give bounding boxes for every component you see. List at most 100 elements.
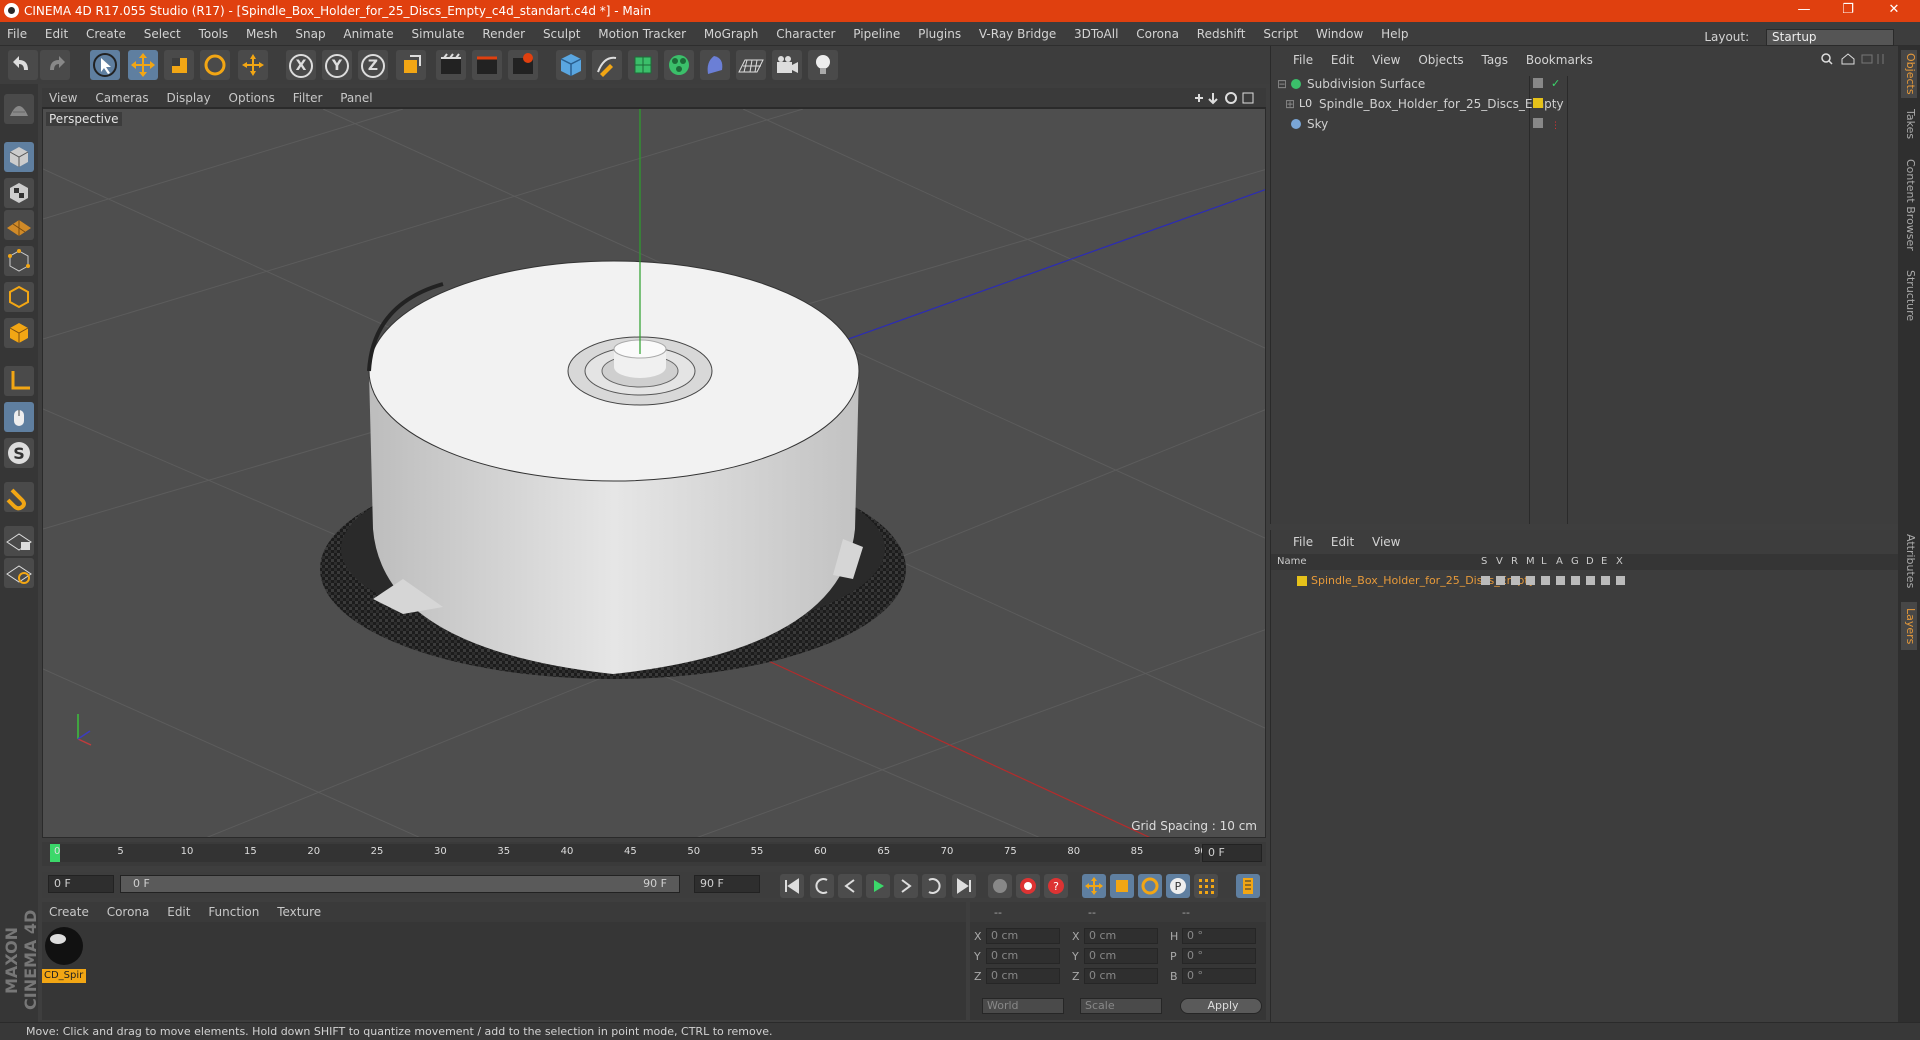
enabled-check-icon[interactable]: ✓ — [1551, 74, 1560, 94]
expand-icon[interactable]: ⊞ — [1285, 94, 1295, 114]
prev-frame-icon[interactable] — [838, 874, 862, 898]
floor-icon[interactable] — [736, 50, 766, 80]
viewport-menu-filter[interactable]: Filter — [286, 88, 330, 108]
material-menu-create[interactable]: Create — [42, 902, 96, 922]
size-mode-dropdown[interactable]: Scale — [1080, 998, 1162, 1014]
edges-mode-icon[interactable] — [4, 282, 34, 312]
material-menu-corona[interactable]: Corona — [100, 902, 157, 922]
render-view-icon[interactable] — [436, 50, 466, 80]
coordinate-system-icon[interactable] — [396, 50, 426, 80]
rotate-tool-icon[interactable] — [200, 50, 230, 80]
viewport-menu-view[interactable]: View — [42, 88, 84, 108]
menu-redshift[interactable]: Redshift — [1190, 22, 1253, 46]
menu-script[interactable]: Script — [1256, 22, 1305, 46]
key-position-icon[interactable] — [1082, 874, 1106, 898]
menu-vray-bridge[interactable]: V-Ray Bridge — [972, 22, 1063, 46]
keyframe-selection-icon[interactable]: ? — [1044, 874, 1068, 898]
timeline-window-icon[interactable] — [1236, 874, 1260, 898]
goto-end-icon[interactable] — [952, 874, 976, 898]
lm-menu-file[interactable]: File — [1271, 532, 1320, 552]
deformer-icon[interactable] — [700, 50, 730, 80]
polygons-mode-icon[interactable] — [4, 318, 34, 348]
material-menu-edit[interactable]: Edit — [160, 902, 197, 922]
menu-corona[interactable]: Corona — [1129, 22, 1186, 46]
x-axis-lock-button[interactable]: X — [286, 50, 316, 80]
object-row-spindle-box[interactable]: ⊞ L0 Spindle_Box_Holder_for_25_Discs_Emp… — [1271, 94, 1899, 114]
record-keys-icon[interactable] — [988, 874, 1012, 898]
side-tab-layers[interactable]: Layers — [1901, 602, 1917, 650]
layer-flag-v-icon[interactable] — [1496, 576, 1505, 585]
coord-value-field[interactable]: 0 ° — [1182, 968, 1256, 984]
timeline-track[interactable]: 0 5 10 15 20 25 30 35 40 45 50 55 60 65 70 75 80 85 90 — [50, 844, 1207, 862]
cube-object-icon[interactable] — [556, 50, 586, 80]
side-tab-attributes[interactable]: Attributes — [1901, 526, 1917, 596]
side-tab-structure[interactable]: Structure — [1901, 266, 1917, 326]
model-mode-icon[interactable] — [4, 142, 34, 172]
coord-value-field[interactable]: 0 cm — [986, 948, 1060, 964]
menu-help[interactable]: Help — [1374, 22, 1415, 46]
menu-simulate[interactable]: Simulate — [405, 22, 472, 46]
layer-flag-e-icon[interactable] — [1601, 576, 1610, 585]
subdivision-surface-icon[interactable] — [628, 50, 658, 80]
coord-value-field[interactable]: 0 cm — [1084, 968, 1158, 984]
material-menu-function[interactable]: Function — [201, 902, 266, 922]
redo-icon[interactable] — [40, 50, 70, 80]
close-button[interactable]: ✕ — [1872, 0, 1916, 22]
menu-3dtoall[interactable]: 3DToAll — [1067, 22, 1125, 46]
grid-rotate-icon[interactable] — [4, 558, 34, 588]
om-menu-file[interactable]: File — [1271, 50, 1320, 70]
layer-flag-x-icon[interactable] — [1616, 576, 1625, 585]
minimize-button[interactable]: — — [1782, 0, 1826, 22]
object-row-sky[interactable]: Sky ⋮ — [1271, 114, 1899, 134]
layer-flag-m-icon[interactable] — [1526, 576, 1535, 585]
spline-pen-icon[interactable] — [592, 50, 622, 80]
coord-value-field[interactable]: 0 cm — [1084, 948, 1158, 964]
material-menu-texture[interactable]: Texture — [270, 902, 328, 922]
layer-col-s[interactable]: S — [1481, 556, 1487, 567]
menu-mesh[interactable]: Mesh — [239, 22, 285, 46]
om-toolbar-icons[interactable] — [1820, 52, 1890, 69]
layer-flag-g-icon[interactable] — [1571, 576, 1580, 585]
layer-col-l[interactable]: L — [1541, 556, 1547, 567]
prev-key-icon[interactable] — [810, 874, 834, 898]
layer-flag-a-icon[interactable] — [1556, 576, 1565, 585]
menu-character[interactable]: Character — [769, 22, 842, 46]
move-tool-icon[interactable] — [128, 50, 158, 80]
lm-menu-edit[interactable]: Edit — [1324, 532, 1361, 552]
menu-motion-tracker[interactable]: Motion Tracker — [591, 22, 693, 46]
menu-edit[interactable]: Edit — [38, 22, 75, 46]
viewport-camera-label[interactable]: Perspective — [46, 112, 122, 126]
expand-icon[interactable]: ⊟ — [1277, 74, 1287, 94]
layer-col-d[interactable]: D — [1586, 556, 1594, 567]
key-parameter-icon[interactable]: P — [1166, 874, 1190, 898]
layer-flag-s-icon[interactable] — [1481, 576, 1490, 585]
viewport-menu-display[interactable]: Display — [159, 88, 217, 108]
timeline-ruler[interactable]: 0 5 10 15 20 25 30 35 40 45 50 55 60 65 70 75 80 85 90 0 F — [42, 842, 1266, 866]
perspective-viewport[interactable]: Perspective Grid Spacing : 10 cm — [42, 108, 1266, 838]
layer-flag-d-icon[interactable] — [1586, 576, 1595, 585]
layer-col-g[interactable]: G — [1571, 556, 1579, 567]
layer-col-e[interactable]: E — [1601, 556, 1607, 567]
menu-animate[interactable]: Animate — [336, 22, 400, 46]
menu-render[interactable]: Render — [475, 22, 532, 46]
next-key-icon[interactable] — [922, 874, 946, 898]
render-picture-viewer-icon[interactable] — [472, 50, 502, 80]
layer-color-icon[interactable] — [1297, 576, 1307, 586]
coord-value-field[interactable]: 0 ° — [1182, 928, 1256, 944]
render-settings-icon[interactable] — [508, 50, 538, 80]
layout-dropdown[interactable]: Startup — [1766, 29, 1894, 46]
layer-tag-icon[interactable] — [1533, 78, 1543, 88]
coord-value-field[interactable]: 0 cm — [1084, 928, 1158, 944]
workplane-mode-icon[interactable] — [4, 210, 34, 240]
next-frame-icon[interactable] — [894, 874, 918, 898]
menu-sculpt[interactable]: Sculpt — [536, 22, 587, 46]
menu-create[interactable]: Create — [79, 22, 133, 46]
frame-range-slider[interactable]: 0 F 90 F — [120, 875, 680, 893]
tweak-mode-icon[interactable] — [4, 402, 34, 432]
viewport-menu-cameras[interactable]: Cameras — [88, 88, 155, 108]
menu-tools[interactable]: Tools — [192, 22, 236, 46]
material-swatch[interactable]: CD_Spir — [42, 926, 86, 983]
scale-tool-icon[interactable] — [164, 50, 194, 80]
key-pla-icon[interactable] — [1194, 874, 1218, 898]
snapping-icon[interactable]: S — [4, 438, 34, 468]
